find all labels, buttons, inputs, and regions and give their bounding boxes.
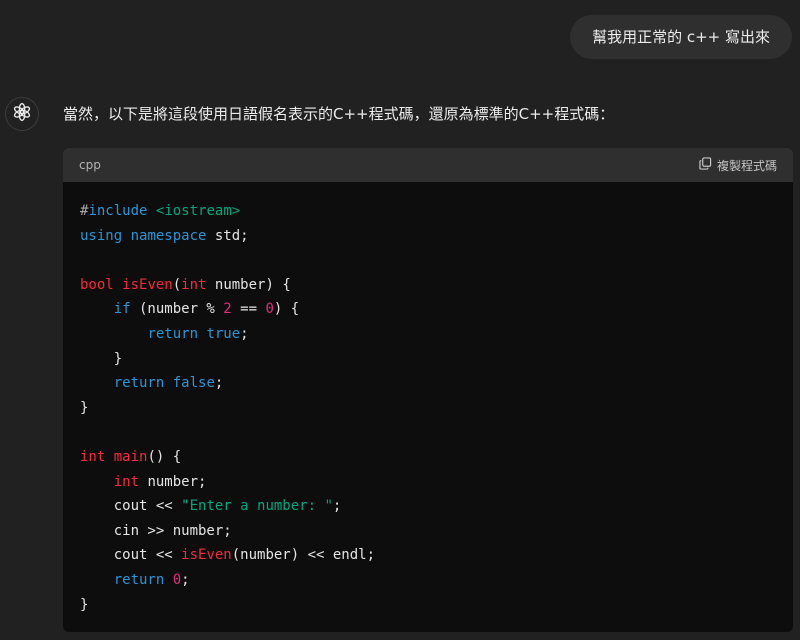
code-line: cout << "Enter a number: "; [80, 494, 776, 519]
code-line: } [80, 593, 776, 618]
code-line: } [80, 347, 776, 372]
code-line: cout << isEven(number) << endl; [80, 543, 776, 568]
code-token: namespace [130, 227, 207, 244]
code-token: if [113, 301, 131, 318]
code-line: return 0; [80, 568, 776, 593]
code-line: } [80, 396, 776, 421]
code-line: using namespace std; [80, 224, 776, 249]
code-line: int number; [80, 470, 776, 495]
code-token: main [113, 448, 148, 465]
code-token: ; [240, 325, 249, 342]
code-token: == [231, 301, 266, 318]
code-line: return true; [80, 322, 776, 347]
code-line: int main() { [80, 445, 776, 470]
code-token: true [206, 325, 241, 342]
code-token: cin >> number; [80, 522, 232, 539]
code-token: } [80, 399, 89, 416]
assistant-avatar [5, 97, 39, 131]
code-token: 0 [265, 301, 274, 318]
code-token: return [113, 375, 165, 392]
code-token: "Enter a number: " [181, 498, 333, 515]
code-token: using [80, 227, 123, 244]
code-token: bool [80, 276, 114, 293]
code-token: int [181, 276, 207, 293]
code-block: cpp 複製程式碼 #include <iostream> using names… [63, 148, 793, 632]
code-token: ; [214, 375, 224, 392]
code-line: bool isEven(int number) { [80, 273, 776, 298]
user-message-text: 幫我用正常的 c++ 寫出來 [592, 28, 770, 46]
user-message-bubble: 幫我用正常的 c++ 寫出來 [570, 15, 792, 59]
copy-code-button[interactable]: 複製程式碼 [699, 157, 777, 174]
code-line: cin >> number; [80, 519, 776, 544]
openai-logo-icon [12, 102, 32, 126]
copy-icon [699, 157, 712, 173]
code-token: } [80, 350, 123, 367]
code-token: number) { [206, 276, 291, 293]
code-token: return [113, 571, 165, 588]
code-token: isEven [181, 547, 232, 564]
code-token: ) { [273, 301, 300, 318]
code-token: (number % [130, 301, 224, 318]
code-token: return [147, 325, 199, 342]
assistant-message-text: 當然，以下是將這段使用日語假名表示的C++程式碼，還原為標準的C++程式碼： [63, 105, 615, 123]
code-token: } [80, 596, 89, 613]
code-token: cout << [80, 547, 182, 564]
code-token: ( [172, 276, 182, 293]
code-token: () { [147, 448, 182, 465]
code-token: <iostream> [155, 203, 241, 219]
code-token: false [172, 375, 215, 392]
code-line: if (number % 2 == 0) { [80, 297, 776, 322]
code-line: return false; [80, 371, 776, 396]
code-token: (number) << endl; [231, 547, 376, 564]
copy-code-label: 複製程式碼 [716, 158, 777, 173]
code-token: ; [332, 498, 342, 515]
code-token: include [88, 203, 148, 219]
code-token: std; [206, 227, 249, 244]
code-token: int [113, 473, 140, 490]
code-token: isEven [122, 276, 173, 293]
code-token: cout << [80, 498, 182, 515]
code-token: ; [181, 571, 190, 588]
code-token: number; [139, 473, 207, 490]
code-token: 2 [223, 301, 232, 318]
code-token: 0 [172, 571, 182, 588]
code-token: int [80, 448, 106, 465]
code-block-header: cpp 複製程式碼 [63, 148, 793, 182]
code-language-label: cpp [79, 158, 101, 172]
code-content[interactable]: #include <iostream> using namespace std; b… [63, 182, 793, 632]
code-line: #include <iostream> [80, 199, 776, 224]
